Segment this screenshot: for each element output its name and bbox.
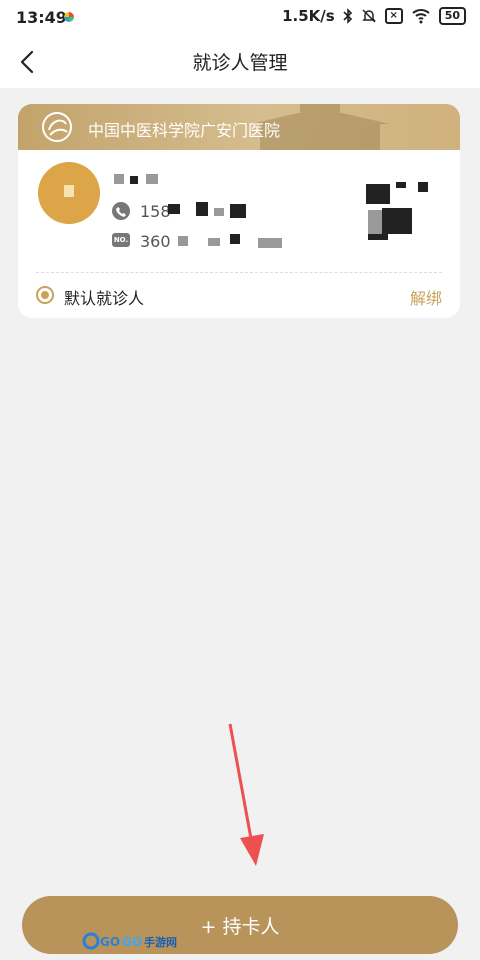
card-header: 中国中医科学院广安门医院 [18,104,460,150]
card-divider [36,272,442,273]
hospital-name: 中国中医科学院广安门医院 [88,121,281,140]
red-arrow-annotation [228,723,264,866]
svg-text:GO: GO [122,935,142,949]
redacted-block [366,184,390,204]
patient-id-number: 360 [140,232,171,251]
redacted-block [258,238,282,248]
status-icons: 1.5K/s × 50 [282,7,466,25]
default-patient-radio[interactable] [36,286,54,304]
unbind-button[interactable]: 解绑 [410,285,442,309]
redacted-block [382,208,412,234]
patient-card[interactable]: 中国中医科学院广安门医院 158 NO. 360 默认就诊人 解绑 [18,104,460,318]
redacted-block [146,174,158,184]
bluetooth-icon [343,8,352,24]
sim-x-icon: × [384,8,403,24]
app-notification-icon [64,12,74,22]
redacted-block [178,236,188,246]
redacted-block [396,182,406,188]
redacted-block [230,234,240,244]
wifi-icon [412,9,430,24]
status-bar: 13:49 1.5K/s × 50 [0,0,480,36]
redacted-block [368,234,388,240]
redacted-block [208,238,220,246]
default-patient-label: 默认就诊人 [64,289,145,308]
nav-bar: 就诊人管理 [0,36,480,88]
avatar-initial [64,185,74,197]
svg-text:GO: GO [100,935,120,949]
redacted-block [168,204,180,214]
redacted-block [368,210,382,234]
patient-phone: 158 [140,202,171,221]
phone-icon [112,202,130,220]
network-speed: 1.5K/s [282,7,335,25]
redacted-block [214,208,224,216]
battery-icon: 50 [438,7,466,25]
hospital-logo-icon [42,112,72,142]
id-number-icon: NO. [112,233,130,247]
redacted-block [196,202,208,216]
redacted-block [130,176,138,184]
watermark-logo: GO GO 手游网 [82,932,177,950]
mute-icon [361,9,376,23]
redacted-block [114,174,124,184]
avatar [38,162,100,224]
page-title: 就诊人管理 [192,52,288,74]
redacted-block [230,204,246,218]
redacted-block [418,182,428,192]
svg-text:手游网: 手游网 [144,935,177,949]
status-time: 13:49 [16,8,67,27]
